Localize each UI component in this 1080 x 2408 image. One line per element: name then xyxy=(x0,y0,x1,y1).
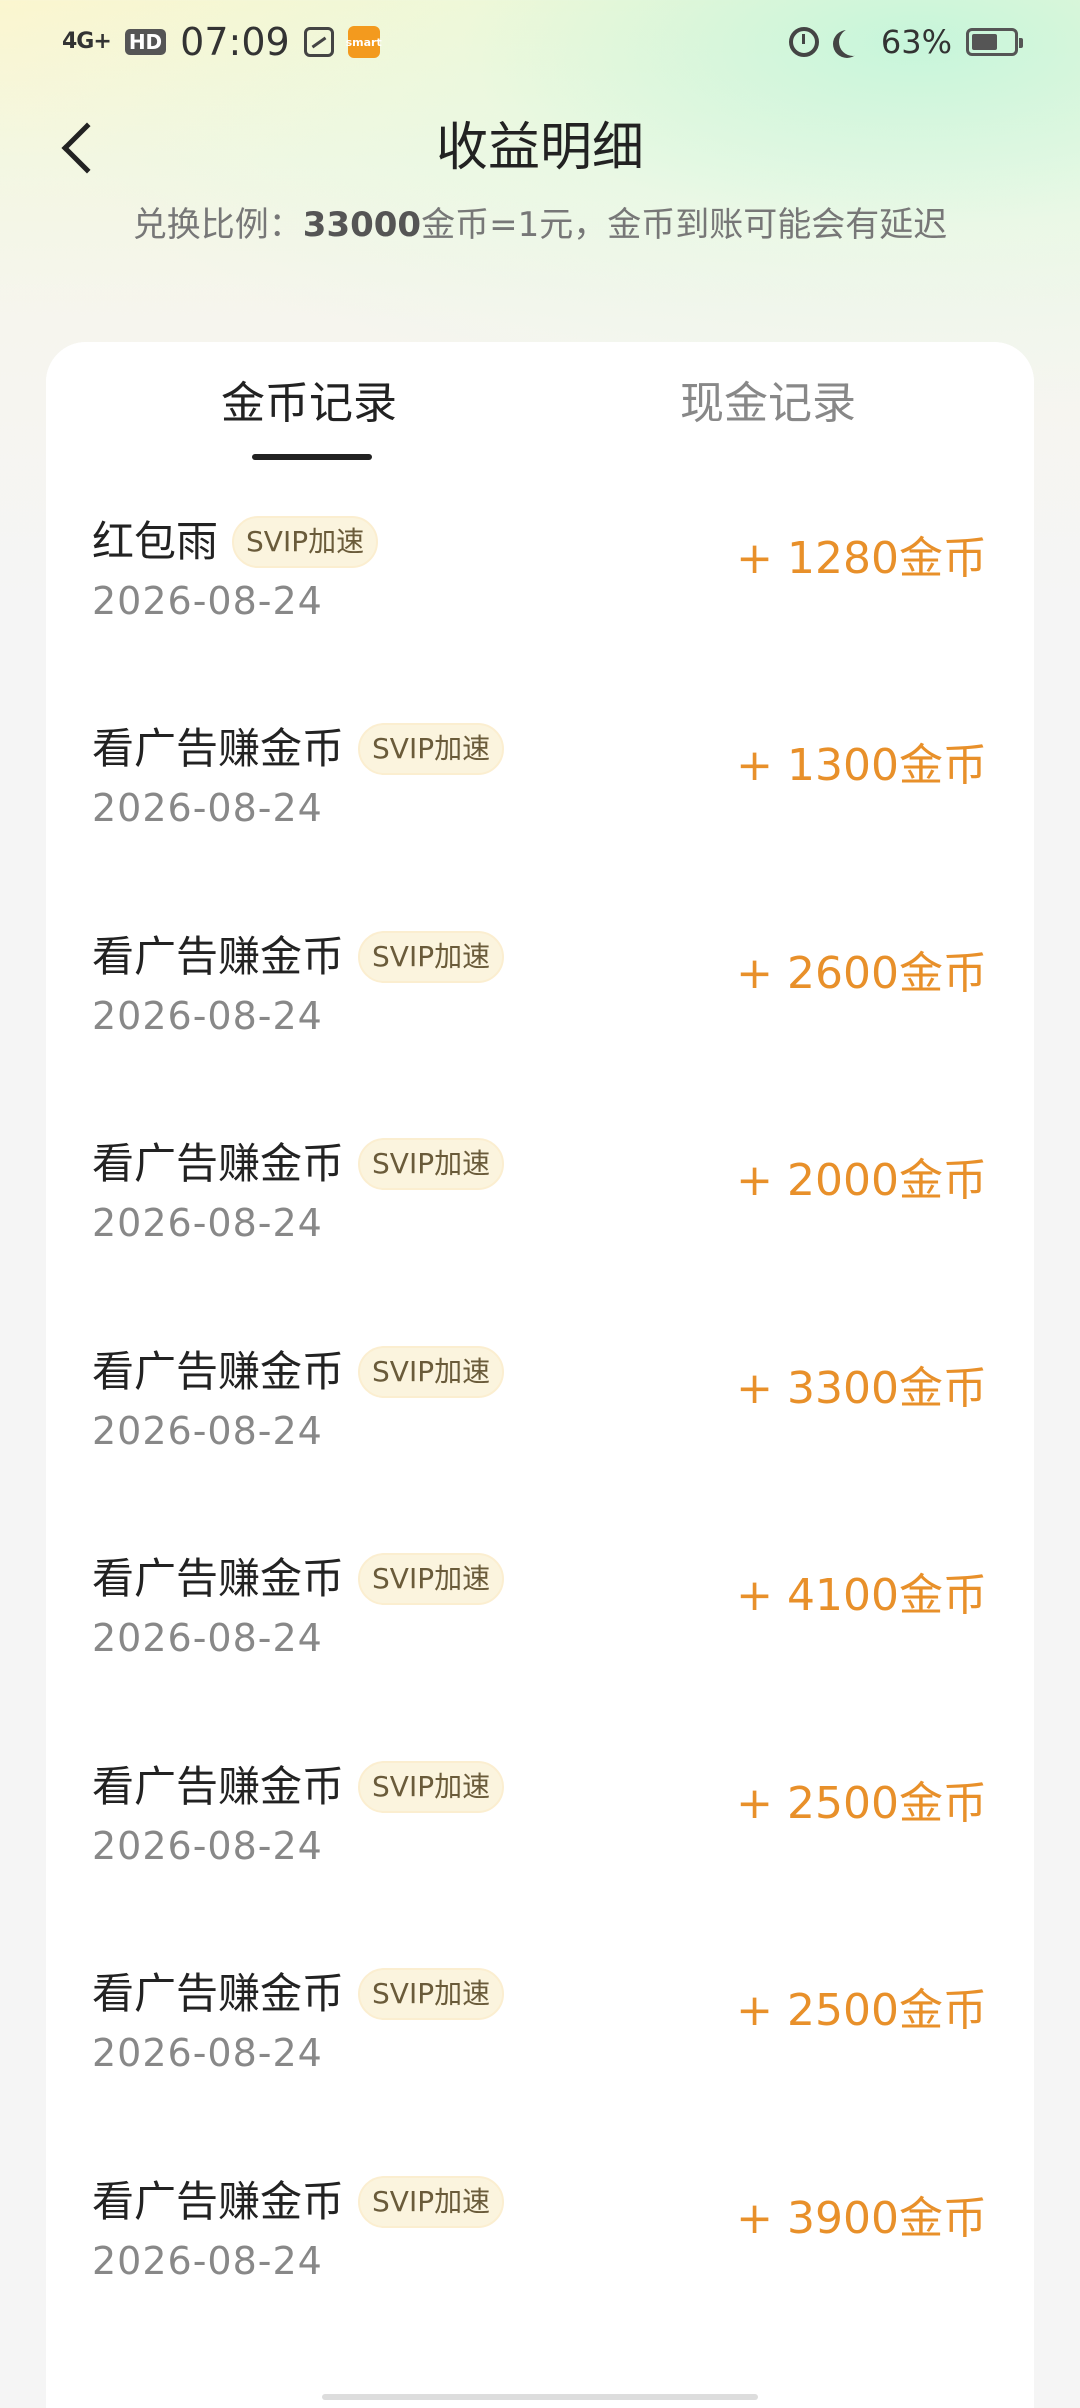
svip-badge: SVIP加速 xyxy=(358,1760,505,1813)
record-date: 2026-08-24 xyxy=(92,993,323,1038)
subtitle-suffix: 金币=1元，金币到账可能会有延迟 xyxy=(421,205,948,245)
record-amount: + 1280金币 xyxy=(736,532,987,584)
record-title: 看广告赚金币 SVIP加速 xyxy=(92,720,505,778)
record-title: 看广告赚金币 SVIP加速 xyxy=(92,1550,505,1608)
svip-badge: SVIP加速 xyxy=(358,1968,505,2020)
page-title: 收益明细 xyxy=(435,118,644,178)
record-amount: + 3300金币 xyxy=(736,1362,987,1414)
svip-badge: SVIP加速 xyxy=(358,1138,505,1190)
record-date: 2026-08-24 xyxy=(92,1616,323,1660)
record-row: 看广告赚金币 SVIP加速 2026-08-24 + 3900金币 xyxy=(46,2173,1034,2380)
svip-badge: SVIP加速 xyxy=(358,1345,505,1398)
record-title-text: 看广告赚金币 xyxy=(92,1761,345,1811)
record-title-text: 看广告赚金币 xyxy=(92,931,345,981)
record-title: 看广告赚金币 SVIP加速 xyxy=(92,928,505,986)
record-title: 看广告赚金币 SVIP加速 xyxy=(92,1343,505,1401)
tab-coin-records[interactable]: 金币记录 xyxy=(221,372,397,436)
record-row: 红包雨 SVIP加速 2026-08-24 + 1280金币 xyxy=(46,513,1034,720)
record-date: 2026-08-24 xyxy=(92,578,323,623)
record-row: 看广告赚金币 SVIP加速 2026-08-24 + 1300金币 xyxy=(46,720,1034,927)
record-title-text: 看广告赚金币 xyxy=(92,724,345,773)
cellular-signal-icon: 4G+ xyxy=(62,29,112,54)
record-date: 2026-08-24 xyxy=(92,1408,323,1453)
battery-fill xyxy=(972,34,998,50)
record-title: 红包雨 SVIP加速 xyxy=(92,513,379,571)
svip-badge: SVIP加速 xyxy=(358,1553,505,1605)
exchange-rate-note: 兑换比例：33000金币=1元，金币到账可能会有延迟 xyxy=(0,200,1080,250)
record-list[interactable]: 看红包雨广告赚金币SVIP加速2026-08-24+ 1300金币红包雨SVIP… xyxy=(46,342,1034,2408)
record-amount: + 2600金币 xyxy=(736,947,987,999)
record-title-text: 红包雨 xyxy=(92,516,219,566)
record-row: 看广告赚金币 SVIP加速 2026-08-24 + 2500金币 xyxy=(46,1965,1034,2172)
record-title: 看广告赚金币 SVIP加速 xyxy=(92,2173,505,2231)
status-time: 07:09 xyxy=(180,20,290,64)
hd-badge: HD xyxy=(124,29,167,55)
record-title-text: 看广告赚金币 xyxy=(92,1554,345,1603)
svip-badge: SVIP加速 xyxy=(358,930,505,983)
record-amount: + 2000金币 xyxy=(736,1155,987,1206)
record-amount: + 4100金币 xyxy=(736,1570,987,1621)
active-tab-indicator xyxy=(252,454,372,460)
record-row: 看广告赚金币 SVIP加速 2026-08-24 + 2500金币 xyxy=(46,1758,1034,1965)
subtitle-prefix: 兑换比例： xyxy=(132,205,303,245)
record-date: 2026-08-24 xyxy=(92,2238,323,2283)
alarm-icon xyxy=(788,27,819,57)
notification-app-icon xyxy=(303,27,334,57)
record-row: 看广告赚金币 SVIP加速 2026-08-24 + 2000金币 xyxy=(46,1135,1034,1342)
status-bar: 4G+ HD 07:09 smart 63% xyxy=(0,0,1080,84)
home-indicator[interactable] xyxy=(322,2394,758,2400)
tab-bar: 金币记录 现金记录 xyxy=(46,342,1034,460)
record-amount: + 3900金币 xyxy=(736,2192,987,2244)
record-row: 看广告赚金币 SVIP加速 2026-08-24 + 2600金币 xyxy=(46,928,1034,1135)
do-not-disturb-icon xyxy=(839,28,867,56)
record-title: 看广告赚金币 SVIP加速 xyxy=(92,1758,505,1816)
svip-badge: SVIP加速 xyxy=(358,723,505,775)
record-row: 看广告赚金币 SVIP加速 2026-08-24 + 3300金币 xyxy=(46,1343,1034,1550)
record-title: 看广告赚金币 SVIP加速 xyxy=(92,1135,505,1193)
records-card: 看红包雨广告赚金币SVIP加速2026-08-24+ 1300金币红包雨SVIP… xyxy=(46,342,1034,2408)
battery-icon xyxy=(966,28,1023,56)
record-title-text: 看广告赚金币 xyxy=(92,1969,345,2018)
record-date: 2026-08-24 xyxy=(92,1823,323,1868)
record-title-text: 看广告赚金币 xyxy=(92,2176,345,2226)
record-title-text: 看广告赚金币 xyxy=(92,1139,345,1188)
record-amount: + 2500金币 xyxy=(736,1985,987,2036)
tab-cash-records[interactable]: 现金记录 xyxy=(680,372,856,436)
record-date: 2026-08-24 xyxy=(92,786,323,830)
record-amount: + 2500金币 xyxy=(736,1777,987,1829)
svip-badge: SVIP加速 xyxy=(358,2175,505,2228)
record-amount: + 1300金币 xyxy=(736,740,987,791)
record-title-text: 看广告赚金币 xyxy=(92,1346,345,1396)
record-date: 2026-08-24 xyxy=(92,2031,323,2075)
svip-badge: SVIP加速 xyxy=(232,515,379,568)
record-title: 看广告赚金币 SVIP加速 xyxy=(92,1965,505,2023)
record-row: 看广告赚金币 SVIP加速 2026-08-24 + 4100金币 xyxy=(46,1550,1034,1757)
battery-percent: 63% xyxy=(880,23,952,61)
subtitle-rate: 33000 xyxy=(302,205,422,245)
record-date: 2026-08-24 xyxy=(92,1201,323,1245)
status-left: 4G+ HD 07:09 smart xyxy=(62,20,382,64)
notification-app-icon-orange: smart xyxy=(346,26,382,58)
status-right: 63% xyxy=(788,23,1023,61)
